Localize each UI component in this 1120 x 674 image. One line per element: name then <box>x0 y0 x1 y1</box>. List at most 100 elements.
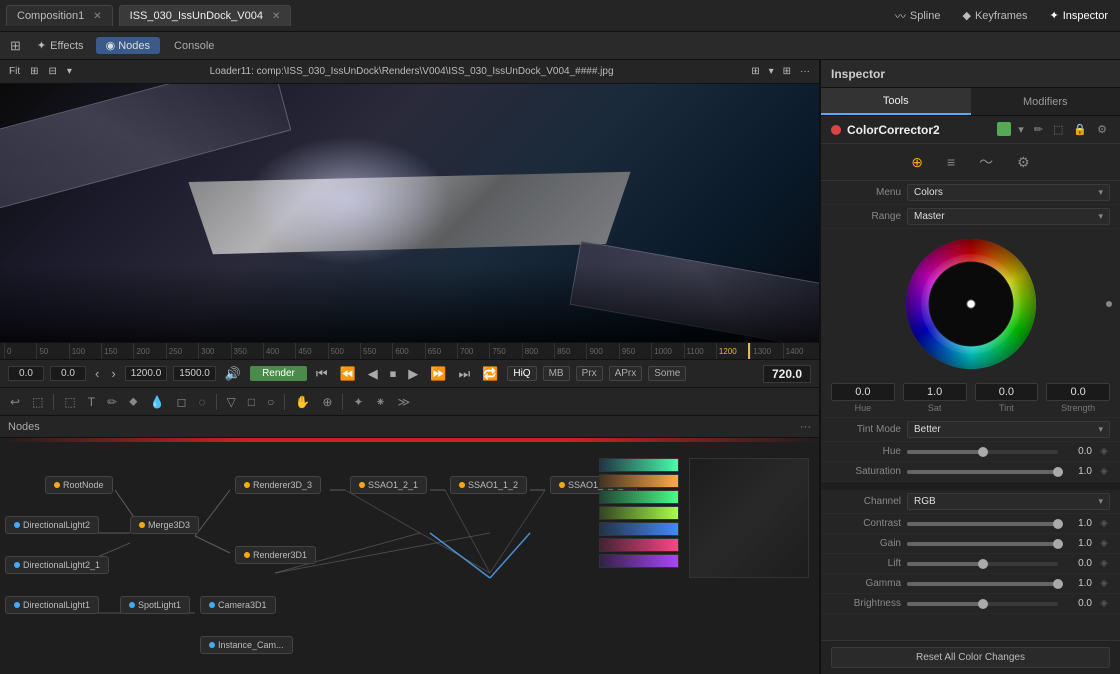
tab-tools[interactable]: Tools <box>821 88 971 115</box>
nodes-canvas[interactable]: RootNode Merge3D3 Renderer3D_3 SSAO1_2_1… <box>0 438 819 674</box>
tab-close-iss[interactable]: ✕ <box>272 11 280 22</box>
blur-icon[interactable]: ◌ <box>194 393 209 411</box>
node-dirlight2[interactable]: DirectionalLight2 <box>5 516 99 534</box>
spline-btn[interactable]: 〰 Spline <box>889 6 947 26</box>
node-renderer3d1[interactable]: Renderer3D1 <box>235 546 316 564</box>
node-renderer3d3[interactable]: Renderer3D_3 <box>235 476 321 494</box>
eyedrop-icon[interactable]: 💧 <box>146 393 169 411</box>
prx-btn[interactable]: Prx <box>576 366 603 381</box>
reset-all-btn[interactable]: Reset All Color Changes <box>831 647 1110 668</box>
step-back-btn[interactable]: ◀ <box>365 365 381 383</box>
gamma-value[interactable]: 1.0 <box>1064 578 1092 589</box>
skip-start-btn[interactable]: ⏮ <box>313 365 331 383</box>
render-btn[interactable]: Render <box>250 366 307 381</box>
nodes-btn[interactable]: ◉ Nodes <box>96 37 160 54</box>
prev-frame-btn[interactable]: ‹ <box>92 365 102 382</box>
gamma-slider-track[interactable] <box>907 582 1058 586</box>
sat-reset-btn[interactable]: ◈ <box>1098 466 1110 477</box>
node-dirlight1[interactable]: DirectionalLight1 <box>5 596 99 614</box>
hue-slider-track[interactable] <box>907 450 1058 454</box>
view-dropdown[interactable]: ▾ <box>64 65 75 78</box>
poly-icon[interactable]: ▽ <box>223 393 240 411</box>
paint-icon[interactable]: ✏ <box>103 393 121 411</box>
inspector-btn[interactable]: ✦ Inspector <box>1044 7 1114 24</box>
rect-icon[interactable]: □ <box>244 393 259 411</box>
time-end2[interactable]: 1500.0 <box>173 366 216 381</box>
sub-icon-curve[interactable]: 〜 <box>975 150 997 174</box>
time-start[interactable]: 0.0 <box>8 366 44 381</box>
tab-composition1[interactable]: Composition1 ✕ <box>6 5 113 26</box>
loop-btn[interactable]: 🔁 <box>479 365 501 383</box>
mb-btn[interactable]: MB <box>543 366 570 381</box>
grid-btn[interactable]: ⊞ <box>780 65 794 78</box>
sat-slider-track[interactable] <box>907 470 1058 474</box>
brightness-value[interactable]: 0.0 <box>1064 598 1092 609</box>
effects-btn[interactable]: ✦ Effects <box>31 37 90 54</box>
channel-btn[interactable]: ⊞ <box>748 65 762 78</box>
text-icon[interactable]: T <box>84 393 99 411</box>
rewind-btn[interactable]: ⏪ <box>337 365 359 383</box>
skip-end-btn[interactable]: ⏭ <box>455 365 473 383</box>
sub-icon-gear[interactable]: ⚙ <box>1013 152 1034 173</box>
tab-iss[interactable]: ISS_030_IssUnDock_V004 ✕ <box>119 5 292 26</box>
fast-fwd-btn[interactable]: ⏩ <box>427 365 449 383</box>
node-instancecam[interactable]: Instance_Cam... <box>200 636 293 654</box>
hue-slider-value[interactable]: 0.0 <box>1064 446 1092 457</box>
view-icon2[interactable]: ⊟ <box>46 65 60 78</box>
view-icon[interactable]: ⊞ <box>27 65 41 78</box>
color-wheel[interactable] <box>906 239 1036 369</box>
node-dropdown-icon[interactable]: ▾ <box>1015 122 1027 137</box>
aprx-btn[interactable]: APrx <box>609 366 643 381</box>
gain-value[interactable]: 1.0 <box>1064 538 1092 549</box>
color-wheel-container[interactable] <box>821 229 1120 379</box>
undo-icon[interactable]: ↩ <box>6 393 24 411</box>
select-icon[interactable]: ⬚ <box>60 393 79 411</box>
play-btn[interactable]: ▶ <box>405 365 421 383</box>
eraser-icon[interactable]: ◻ <box>173 393 191 411</box>
more-tool-icon[interactable]: ≫ <box>394 393 415 411</box>
node-settings-icon[interactable]: ⚙ <box>1094 122 1110 137</box>
lift-reset-btn[interactable]: ◈ <box>1098 558 1110 569</box>
particle-icon[interactable]: ⁕ <box>371 393 389 411</box>
range-select[interactable]: Master ▾ <box>907 208 1110 225</box>
brightness-reset-btn[interactable]: ◈ <box>1098 598 1110 609</box>
zoom-icon[interactable]: ⊕ <box>318 393 336 411</box>
audio-btn[interactable]: 🔊 <box>222 365 244 383</box>
effect-icon[interactable]: ✦ <box>349 393 367 411</box>
more-btn[interactable]: ··· <box>797 65 813 78</box>
tab-close-comp1[interactable]: ✕ <box>93 11 101 22</box>
sat-value[interactable]: 1.0 <box>903 383 967 401</box>
strength-value[interactable]: 0.0 <box>1046 383 1110 401</box>
gamma-reset-btn[interactable]: ◈ <box>1098 578 1110 589</box>
next-frame-btn[interactable]: › <box>108 365 118 382</box>
contrast-value[interactable]: 1.0 <box>1064 518 1092 529</box>
node-spotlight1[interactable]: SpotLight1 <box>120 596 190 614</box>
gain-reset-btn[interactable]: ◈ <box>1098 538 1110 549</box>
media-btn[interactable]: ⊞ <box>6 36 25 56</box>
hue-value[interactable]: 0.0 <box>831 383 895 401</box>
sub-icon-bars[interactable]: ≡ <box>943 152 959 172</box>
timeline-bar[interactable]: 0 50 100 150 200 250 300 350 400 450 500… <box>0 342 819 360</box>
contrast-slider-track[interactable] <box>907 522 1058 526</box>
node-edit-icon[interactable]: ✏ <box>1031 122 1046 137</box>
node-ssao112[interactable]: SSAO1_1_2 <box>450 476 527 494</box>
lift-slider-track[interactable] <box>907 562 1058 566</box>
node-merge3d3[interactable]: Merge3D3 <box>130 516 199 534</box>
node-color-indicator[interactable] <box>997 122 1011 136</box>
contrast-reset-btn[interactable]: ◈ <box>1098 518 1110 529</box>
some-btn[interactable]: Some <box>648 366 686 381</box>
time-end1[interactable]: 1200.0 <box>125 366 168 381</box>
wheel-reset-dot[interactable] <box>1106 301 1112 307</box>
stop-btn[interactable]: ⏹ <box>387 365 400 383</box>
node-rootnode[interactable]: RootNode <box>45 476 113 494</box>
redo-icon[interactable]: ⬚ <box>28 393 47 411</box>
node-dirlight2-1[interactable]: DirectionalLight2_1 <box>5 556 109 574</box>
hue-reset-btn[interactable]: ◈ <box>1098 446 1110 457</box>
frame-display[interactable]: 720.0 <box>763 365 811 383</box>
node-camera3d1[interactable]: Camera3D1 <box>200 596 276 614</box>
tintmode-select[interactable]: Better ▾ <box>907 421 1110 438</box>
menu-select[interactable]: Colors ▾ <box>907 184 1110 201</box>
channel-select[interactable]: RGB ▾ <box>907 493 1110 510</box>
hiq-btn[interactable]: HiQ <box>507 366 536 381</box>
sub-icon-dots[interactable]: ⊕ <box>907 152 927 173</box>
